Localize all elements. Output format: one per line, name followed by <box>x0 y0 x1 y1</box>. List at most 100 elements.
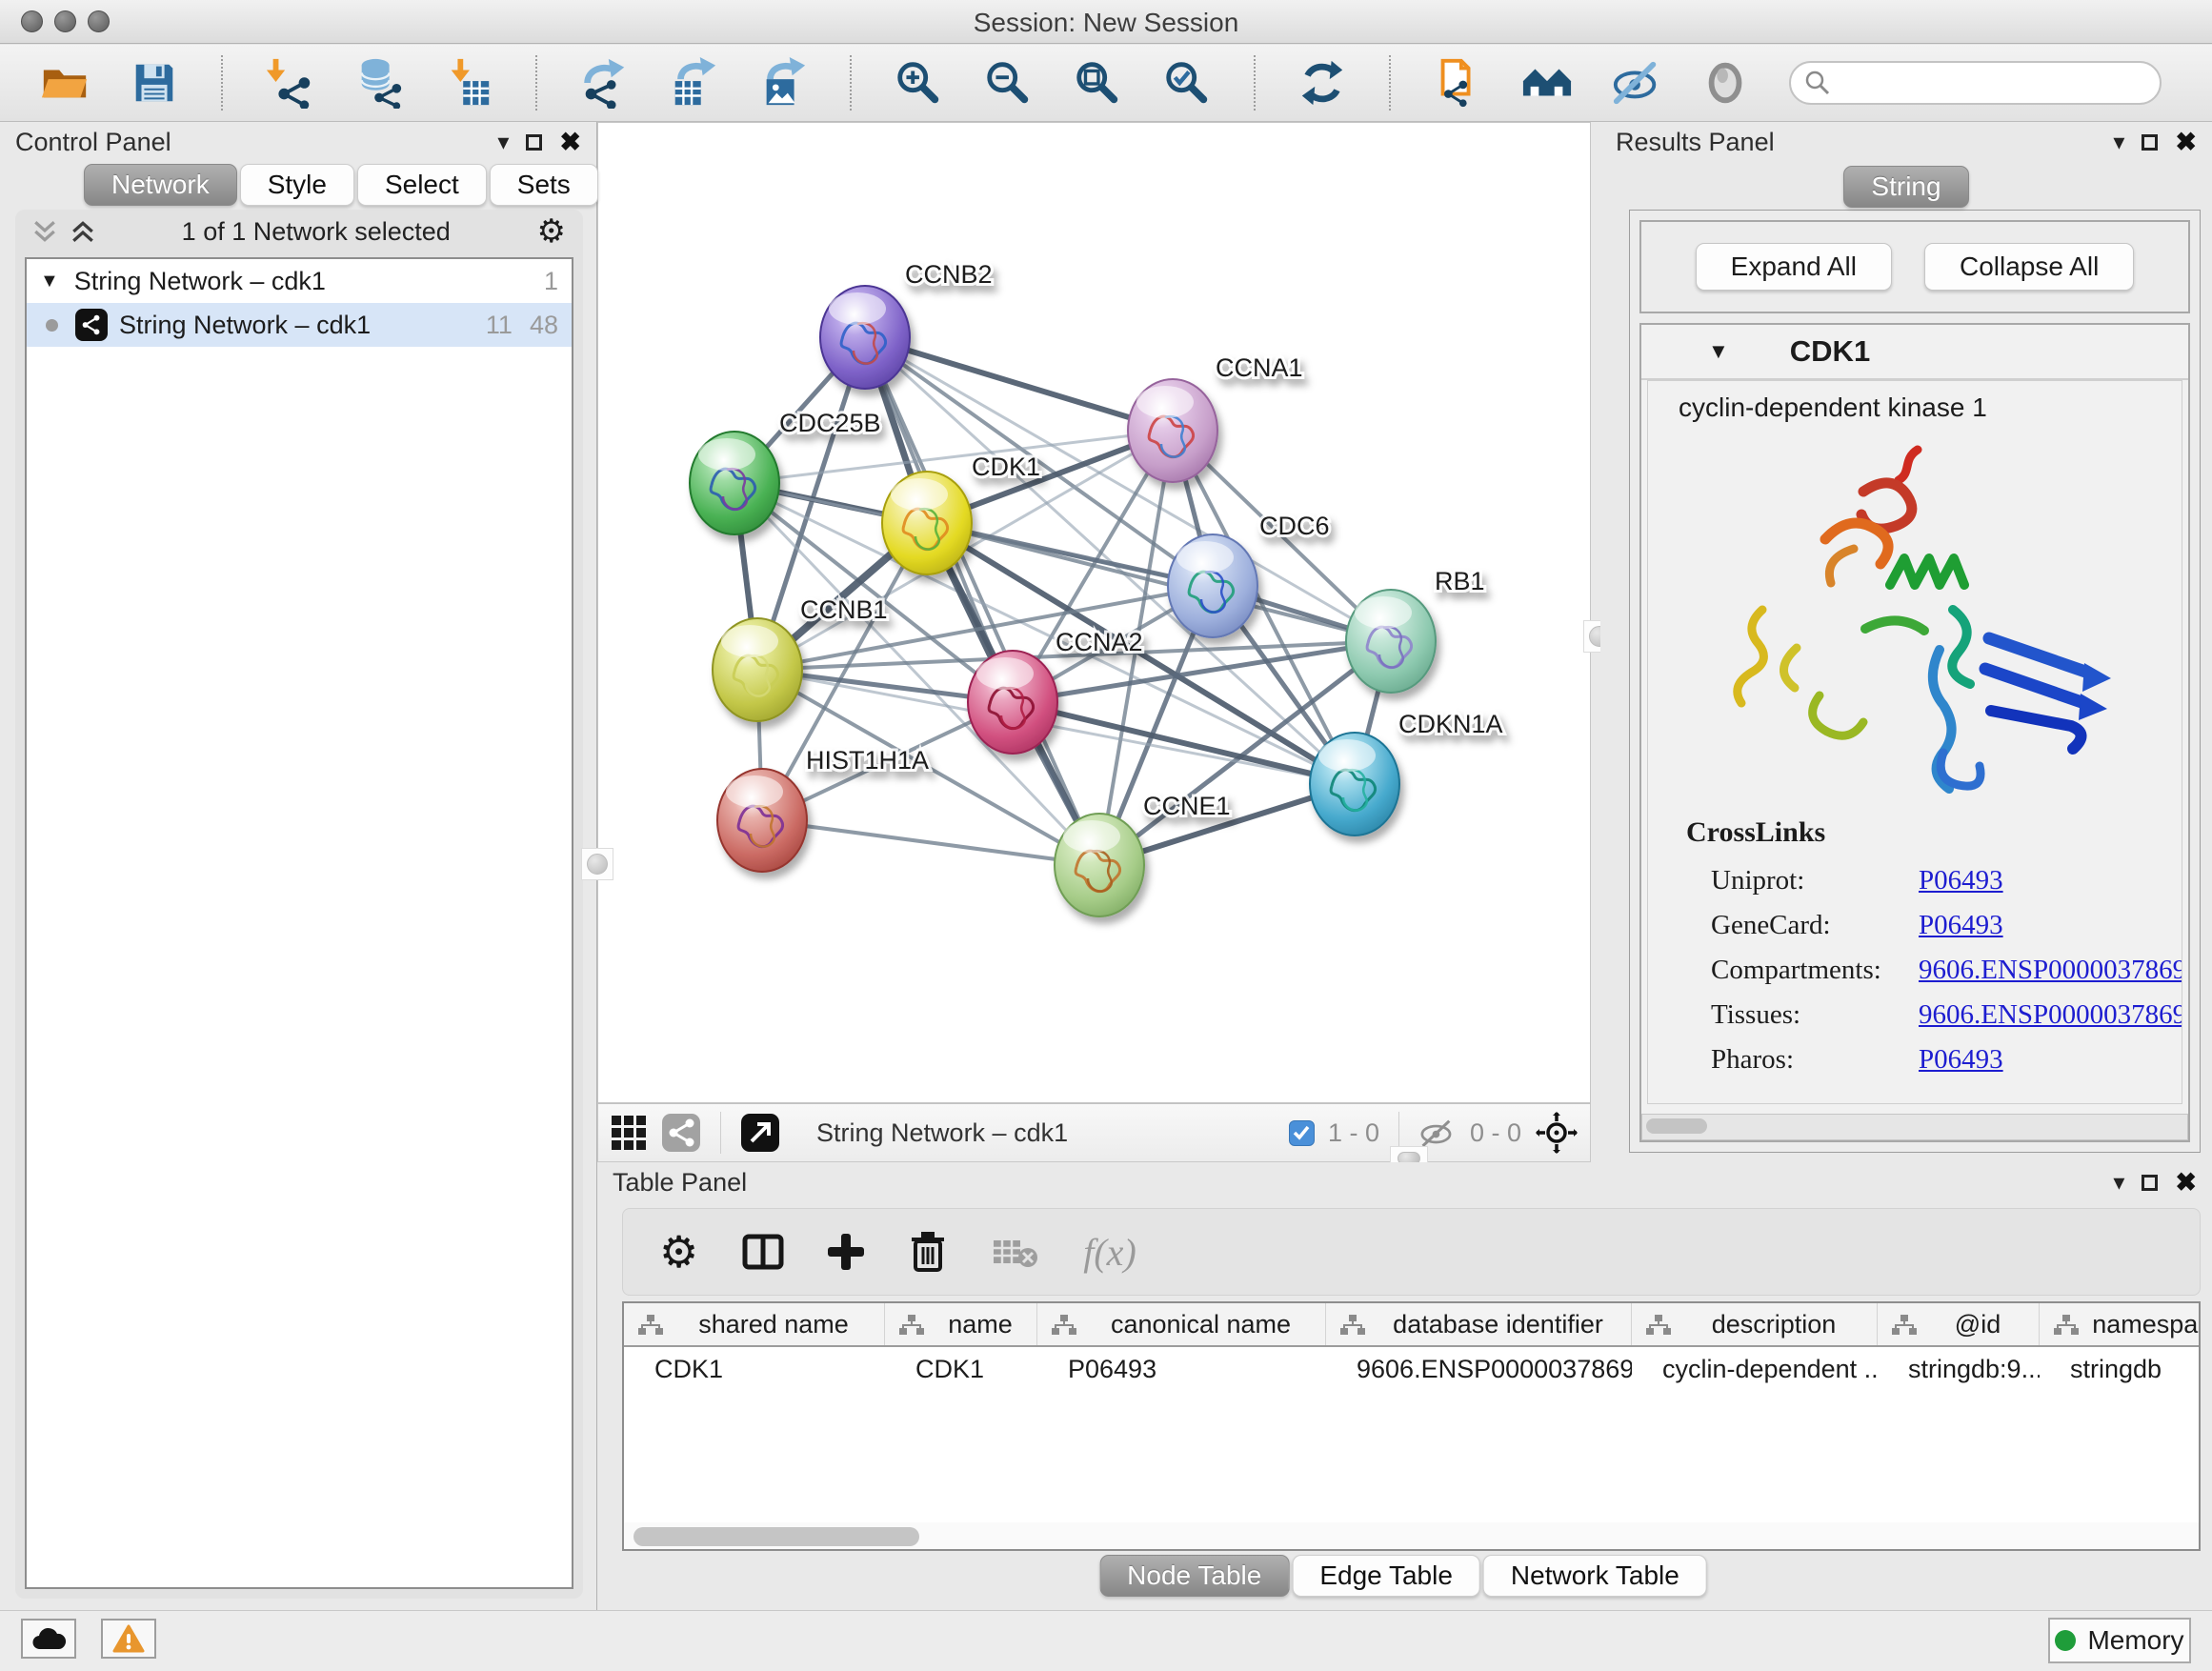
expand-all-button[interactable]: Expand All <box>1696 243 1892 291</box>
network-edge-CDK1-RB1[interactable] <box>927 523 1391 641</box>
collapse-all-button[interactable]: Collapse All <box>1924 243 2134 291</box>
expand-all-icon[interactable] <box>70 219 95 244</box>
memory-button[interactable]: Memory <box>2048 1618 2191 1663</box>
refresh-layout-icon[interactable] <box>1296 56 1349 110</box>
network-node-CCNA1[interactable]: CCNA1 <box>1128 353 1303 482</box>
zoom-selected-icon[interactable] <box>1160 56 1214 110</box>
network-options-gear-icon[interactable]: ⚙ <box>537 215 566 248</box>
search-input[interactable] <box>1840 64 2160 102</box>
show-all-icon[interactable] <box>1699 56 1753 110</box>
network-node-CDK1[interactable]: CDK1 <box>882 453 1040 574</box>
column-header-canonical-name[interactable]: canonical name <box>1037 1303 1326 1345</box>
tab-select[interactable]: Select <box>357 164 487 206</box>
table-cell[interactable]: 9606.ENSP00000378699 <box>1326 1347 1632 1391</box>
cloud-status-button[interactable] <box>21 1619 76 1659</box>
selected-nodes-checkbox[interactable] <box>1289 1120 1315 1146</box>
new-network-from-selection-icon[interactable] <box>1431 56 1484 110</box>
table-cell[interactable]: CDK1 <box>624 1347 885 1391</box>
network-node-CCNB1[interactable]: CCNB1 <box>713 595 888 721</box>
tab-edge-table[interactable]: Edge Table <box>1292 1555 1480 1597</box>
table-hscrollbar[interactable] <box>622 1522 2201 1551</box>
detach-view-icon[interactable] <box>740 1113 780 1153</box>
panel-close-icon[interactable]: ✖ <box>2175 128 2197 157</box>
network-view-disabled-icon[interactable] <box>661 1113 701 1153</box>
network-node-CCNE1[interactable]: CCNE1 <box>1055 792 1231 916</box>
table-cell[interactable]: cyclin-dependent ... <box>1632 1347 1878 1391</box>
network-row[interactable]: String Network – cdk1 11 48 <box>27 303 572 347</box>
create-column-icon[interactable] <box>828 1234 864 1270</box>
table-cell[interactable]: P06493 <box>1037 1347 1326 1391</box>
panel-close-icon[interactable]: ✖ <box>559 128 581 157</box>
table-cell[interactable]: CDK1 <box>885 1347 1037 1391</box>
column-header-name[interactable]: name <box>885 1303 1037 1345</box>
delete-column-icon[interactable] <box>908 1230 948 1274</box>
network-edge-CCNB2-CCNE1[interactable] <box>865 337 1099 865</box>
section-expand-icon[interactable]: ▼ <box>1708 339 1729 364</box>
panel-float-icon[interactable] <box>526 134 542 151</box>
export-table-icon[interactable] <box>667 56 720 110</box>
hide-selected-icon[interactable] <box>1610 56 1663 110</box>
network-collection-row[interactable]: ▼ String Network – cdk1 1 <box>27 259 572 303</box>
network-edge-CCNE1-HIST1H1A[interactable] <box>762 820 1099 865</box>
network-node-CDC25B[interactable]: CDC25B <box>690 409 881 534</box>
network-node-RB1[interactable]: RB1 <box>1346 567 1485 693</box>
crosslink-link[interactable]: 9606.ENSP00000378699 <box>1919 999 2182 1031</box>
left-splitter-handle[interactable] <box>581 848 613 880</box>
export-network-icon[interactable] <box>577 56 631 110</box>
import-network-file-icon[interactable] <box>263 56 316 110</box>
crosslink-label: GeneCard: <box>1711 910 1919 941</box>
column-header-database-identifier[interactable]: database identifier <box>1326 1303 1632 1345</box>
column-header-namespace[interactable]: namespace <box>2040 1303 2201 1345</box>
panel-close-icon[interactable]: ✖ <box>2175 1168 2197 1198</box>
panel-float-icon[interactable] <box>2142 134 2158 151</box>
network-edge-CCNB2-CCNA1[interactable] <box>865 337 1173 431</box>
table-row[interactable]: CDK1CDK1P064939606.ENSP00000378699cyclin… <box>624 1347 2199 1391</box>
results-panel-header: Results Panel ▾ ✖ <box>1600 122 2212 162</box>
tab-network[interactable]: Network <box>84 164 237 206</box>
results-panel: Results Panel ▾ ✖ String Expand All Coll… <box>1600 122 2212 1162</box>
scrollbar-thumb[interactable] <box>633 1527 919 1546</box>
network-canvas[interactable]: CCNB2CCNA1CDC25BCDK1CDC6RB1CCNB1CCNA2CDK… <box>597 122 1591 1103</box>
save-session-icon[interactable] <box>128 56 181 110</box>
export-image-icon[interactable] <box>756 56 810 110</box>
panel-menu-icon[interactable]: ▾ <box>2113 1169 2124 1197</box>
panel-menu-icon[interactable]: ▾ <box>2113 129 2124 156</box>
scrollbar-thumb[interactable] <box>1646 1118 1707 1134</box>
table-cell[interactable]: stringdb:9... <box>1878 1347 2040 1391</box>
warnings-button[interactable] <box>101 1619 156 1659</box>
column-header--id[interactable]: @id <box>1878 1303 2040 1345</box>
crosslink-link[interactable]: P06493 <box>1919 1044 2003 1076</box>
birdseye-view-icon[interactable] <box>1535 1111 1579 1155</box>
table-options-gear-icon[interactable]: ⚙ <box>659 1230 698 1274</box>
column-header-shared-name[interactable]: shared name <box>624 1303 885 1345</box>
tab-network-table[interactable]: Network Table <box>1483 1555 1707 1597</box>
zoom-fit-icon[interactable] <box>1071 56 1124 110</box>
results-scrollbar[interactable] <box>1641 1114 2188 1140</box>
crosslink-link[interactable]: 9606.ENSP00000378699 <box>1919 955 2182 986</box>
import-network-database-icon[interactable] <box>352 56 406 110</box>
tree-expand-icon[interactable]: ▼ <box>40 271 59 292</box>
selected-count-badge: 1 - 0 <box>1328 1118 1379 1148</box>
tab-sets[interactable]: Sets <box>490 164 598 206</box>
crosslink-link[interactable]: P06493 <box>1919 910 2003 941</box>
table-cell[interactable]: stringdb <box>2040 1347 2201 1391</box>
show-columns-icon[interactable] <box>742 1233 784 1271</box>
zoom-in-icon[interactable] <box>892 56 945 110</box>
import-table-icon[interactable] <box>442 56 495 110</box>
panel-float-icon[interactable] <box>2142 1175 2158 1191</box>
network-node-CCNA2[interactable]: CCNA2 <box>968 628 1143 754</box>
zoom-out-icon[interactable] <box>981 56 1035 110</box>
tab-string[interactable]: String <box>1843 166 1968 208</box>
column-header-description[interactable]: description <box>1632 1303 1878 1345</box>
panel-menu-icon[interactable]: ▾ <box>497 129 509 156</box>
tab-node-table[interactable]: Node Table <box>1099 1555 1289 1597</box>
open-session-icon[interactable] <box>38 56 91 110</box>
grid-view-icon[interactable] <box>610 1114 648 1152</box>
collapse-all-icon[interactable] <box>32 219 57 244</box>
first-neighbors-icon[interactable] <box>1520 56 1574 110</box>
crosslink-link[interactable]: P06493 <box>1919 865 2003 896</box>
network-node-CDKN1A[interactable]: CDKN1A <box>1310 710 1503 836</box>
tab-style[interactable]: Style <box>240 164 354 206</box>
network-node-HIST1H1A[interactable]: HIST1H1A <box>717 746 929 872</box>
gene-section-header[interactable]: ▼ CDK1 <box>1641 325 2188 380</box>
